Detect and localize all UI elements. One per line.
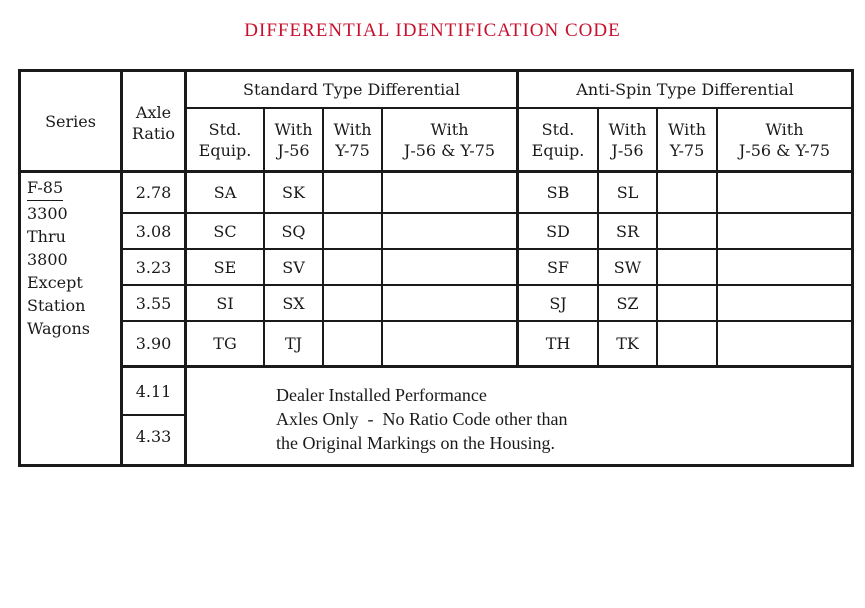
- standard-code-cell: SE: [213, 257, 237, 277]
- antispin-code-cell: SJ: [549, 293, 567, 313]
- header-line: J-56 & Y-75: [738, 140, 831, 160]
- series-line: Thru: [27, 227, 66, 246]
- header-standard-group: Standard Type Differential: [243, 80, 460, 99]
- header-line: Equip.: [198, 140, 252, 160]
- header-axle-ratio-line1: Axle: [135, 103, 172, 122]
- antispin-code-cell: TK: [616, 334, 639, 353]
- divider: [123, 365, 851, 368]
- standard-code-cell: [324, 322, 381, 365]
- standard-code-cell: SX: [282, 293, 305, 313]
- header-series: Series: [45, 111, 96, 131]
- antispin-code-cell: SD: [546, 221, 570, 241]
- antispin-code-cell: [658, 322, 716, 365]
- differential-code-table: Series Axle Ratio Standard Type Differen…: [18, 69, 854, 467]
- antispin-code-cell: SF: [546, 257, 570, 277]
- standard-code-cell: SV: [282, 257, 305, 277]
- dealer-note-line: the Original Markings on the Housing.: [276, 433, 555, 453]
- header-line: With: [274, 119, 313, 139]
- standard-code-cell: SI: [216, 293, 234, 313]
- standard-code-cell: [324, 173, 381, 212]
- standard-code-cell: [383, 250, 516, 284]
- dealer-note: Dealer Installed Performance Axles Only …: [276, 383, 567, 455]
- standard-code-cell: [383, 214, 516, 248]
- ratio-cell: 3.55: [135, 293, 172, 313]
- header-line: With: [765, 119, 804, 139]
- antispin-code-cell: [658, 214, 716, 248]
- header-axle-ratio-line2: Ratio: [131, 124, 176, 143]
- standard-code-cell: SK: [282, 183, 305, 202]
- header-line: Y-75: [669, 140, 705, 160]
- series-line: 3300: [27, 204, 68, 223]
- standard-code-cell: [383, 173, 516, 212]
- header-line: Std.: [208, 119, 242, 139]
- header-std-j56: With J-56: [265, 109, 322, 170]
- standard-code-cell: [383, 322, 516, 365]
- antispin-code-cell: [658, 286, 716, 320]
- header-std-j56-y75: With J-56 & Y-75: [383, 109, 516, 170]
- header-line: J-56: [277, 140, 310, 160]
- series-line: Station: [27, 296, 86, 315]
- antispin-code-cell: [718, 322, 851, 365]
- header-line: Equip.: [531, 140, 585, 160]
- dealer-note-line: Dealer Installed Performance: [276, 385, 487, 405]
- ratio-cell: 4.11: [135, 381, 172, 401]
- antispin-code-cell: [658, 250, 716, 284]
- antispin-code-cell: SZ: [616, 293, 639, 313]
- header-std-equip: Std. Equip.: [187, 109, 263, 170]
- antispin-code-cell: SL: [616, 183, 639, 202]
- header-line: J-56: [611, 140, 644, 160]
- antispin-code-cell: SR: [615, 221, 639, 241]
- header-std-y75: With Y-75: [324, 109, 381, 170]
- series-line: 3800: [27, 250, 68, 269]
- header-anti-j56: With J-56: [599, 109, 656, 170]
- header-line: Std.: [541, 119, 575, 139]
- header-line: With: [667, 119, 706, 139]
- standard-code-cell: TG: [213, 334, 237, 353]
- ratio-cell: 3.90: [135, 334, 172, 353]
- standard-code-cell: TJ: [284, 334, 303, 353]
- dealer-note-line: Axles Only - No Ratio Code other than: [276, 409, 568, 429]
- series-model: F-85: [27, 176, 64, 201]
- header-line: With: [333, 119, 372, 139]
- antispin-code-cell: TH: [545, 334, 571, 353]
- header-anti-std-equip: Std. Equip.: [519, 109, 597, 170]
- antispin-code-cell: [718, 250, 851, 284]
- header-axle-ratio: Axle Ratio: [123, 88, 184, 158]
- ratio-cell: 3.08: [135, 221, 172, 241]
- standard-code-cell: SC: [213, 221, 237, 241]
- series-label: F-85 3300 Thru 3800 Except Station Wagon…: [27, 176, 90, 340]
- header-anti-j56-y75: With J-56 & Y-75: [718, 109, 851, 170]
- standard-code-cell: [324, 250, 381, 284]
- document-title: DIFFERENTIAL IDENTIFICATION CODE: [244, 20, 621, 41]
- antispin-code-cell: [718, 286, 851, 320]
- antispin-code-cell: [718, 214, 851, 248]
- standard-code-cell: [324, 214, 381, 248]
- header-line: Y-75: [335, 140, 370, 160]
- ratio-cell: 2.78: [135, 183, 172, 202]
- antispin-code-cell: SB: [546, 183, 570, 202]
- ratio-cell: 3.23: [135, 257, 172, 277]
- ratio-cell: 4.33: [135, 426, 172, 446]
- antispin-code-cell: SW: [613, 257, 642, 277]
- standard-code-cell: SQ: [281, 221, 306, 241]
- standard-code-cell: SA: [213, 183, 237, 202]
- header-line: With: [608, 119, 647, 139]
- standard-code-cell: [383, 286, 516, 320]
- antispin-code-cell: [658, 173, 716, 212]
- antispin-code-cell: [718, 173, 851, 212]
- header-line: J-56 & Y-75: [403, 140, 496, 160]
- header-line: With: [430, 119, 469, 139]
- standard-code-cell: [324, 286, 381, 320]
- header-antispin-group: Anti-Spin Type Differential: [576, 80, 794, 99]
- series-line: Except: [27, 273, 83, 292]
- header-anti-y75: With Y-75: [658, 109, 716, 170]
- series-line: Wagons: [27, 319, 90, 338]
